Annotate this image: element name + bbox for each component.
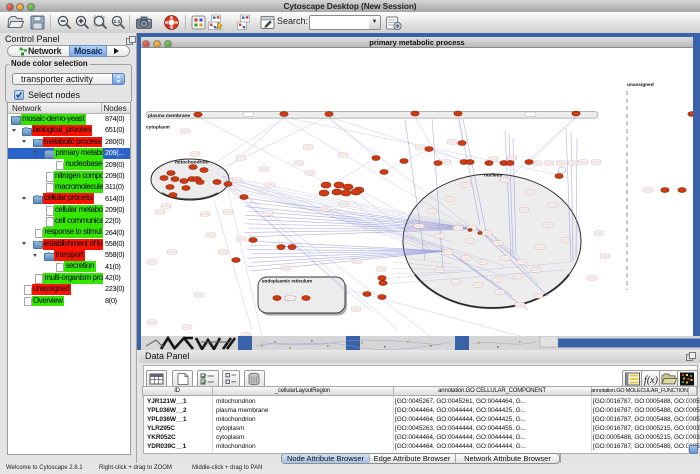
svg-text:unassigned: unassigned: [627, 82, 654, 88]
svg-text:f(x): f(x): [644, 375, 659, 386]
svg-text:endoplasmic reticulum: endoplasmic reticulum: [262, 279, 312, 284]
svg-text:nucleus: nucleus: [484, 173, 502, 179]
svg-text:cytoplasm: cytoplasm: [146, 125, 170, 131]
svg-text:plasma membrane: plasma membrane: [148, 113, 190, 119]
svg-text:1:1: 1:1: [114, 19, 121, 24]
